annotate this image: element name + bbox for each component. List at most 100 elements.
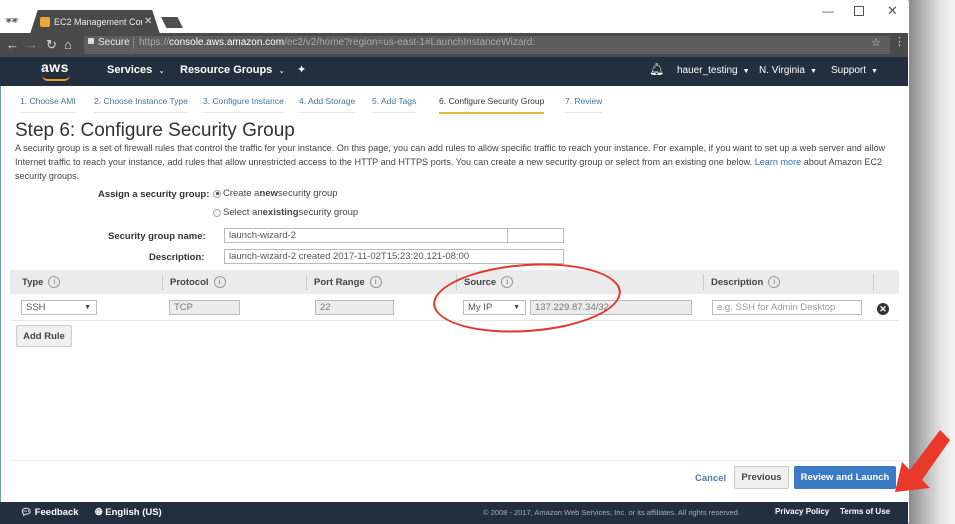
name-input-border: [224, 228, 564, 243]
column-label: Port Range: [314, 276, 365, 288]
assign-security-group-label: Assign a security group:: [98, 189, 210, 200]
column-label: Protocol: [170, 276, 209, 288]
add-rule-button[interactable]: Add Rule: [16, 325, 72, 347]
rule-description-input[interactable]: e.g. SSH for Admin Desktop: [712, 300, 862, 315]
minimize-icon[interactable]: —: [822, 4, 834, 18]
home-icon[interactable]: ⌂: [64, 37, 72, 53]
caret-down-icon: ▼: [742, 68, 750, 75]
url-scheme: https://: [139, 37, 170, 48]
maximize-icon[interactable]: [854, 6, 864, 16]
previous-button[interactable]: Previous: [734, 466, 789, 489]
wizard-step-review[interactable]: 7. Review: [565, 96, 603, 113]
language-label: English (US): [105, 507, 162, 518]
pin-icon[interactable]: ✦: [297, 63, 306, 76]
option-text: Select an: [223, 207, 263, 218]
wizard-step-choose-ami[interactable]: 1. Choose AMI: [20, 96, 76, 113]
selected-value: SSH: [26, 302, 46, 313]
security-group-description-input[interactable]: launch-wizard-2 created 2017-11-02T15:23…: [224, 249, 564, 264]
option-bold: existing: [262, 207, 299, 218]
radio-button-checked[interactable]: [213, 189, 221, 198]
aws-logo-smile: [42, 75, 70, 81]
support-label: Support: [831, 65, 867, 76]
support-menu[interactable]: Support ▼: [831, 65, 878, 76]
browser-menu-icon[interactable]: ⋮: [894, 35, 905, 48]
language-selector[interactable]: 🌐︎ English (US): [95, 507, 162, 518]
resource-groups-label: Resource Groups: [180, 64, 273, 76]
rule-protocol-field: TCP: [169, 300, 240, 315]
option-text: Create a: [223, 188, 260, 199]
rule-type-select[interactable]: SSH ▼: [21, 300, 97, 315]
feedback-icon: 💬︎: [20, 507, 35, 518]
tab-close-icon[interactable]: ✕: [144, 16, 152, 27]
column-label: Type: [22, 276, 44, 288]
aws-favicon-icon: [40, 17, 50, 27]
column-port-range: Port Range i: [314, 276, 382, 288]
radio-create-new[interactable]: Create a new security group: [213, 188, 338, 199]
column-protocol: Protocol i: [170, 276, 226, 288]
wizard-step-add-tags[interactable]: 5. Add Tags: [372, 96, 417, 113]
info-icon[interactable]: i: [48, 276, 61, 288]
chevron-down-icon: ⌄: [278, 66, 286, 75]
wizard-step-configure-instance[interactable]: 3. Configure Instance: [203, 96, 284, 113]
remove-rule-icon[interactable]: ✕: [877, 303, 889, 315]
reload-icon[interactable]: ↻: [46, 37, 57, 53]
back-icon[interactable]: ←: [6, 37, 19, 53]
info-icon[interactable]: i: [768, 276, 781, 288]
column-label: Description: [711, 276, 764, 288]
url-path: /ec2/v2/home?region=us-east-1#LaunchInst…: [284, 37, 536, 48]
services-label: Services: [107, 64, 153, 76]
window-close-icon[interactable]: ✕: [887, 3, 898, 19]
bookmark-star-icon[interactable]: ☆: [871, 36, 881, 49]
screen: 🕶 EC2 Management Console ✕ — ✕ ← → ↻ ⌂ S…: [0, 0, 955, 524]
option-text: security group: [277, 188, 338, 199]
notifications-bell-icon[interactable]: 🔔︎: [649, 62, 664, 76]
column-separator: [162, 274, 163, 290]
option-bold: new: [259, 188, 278, 199]
region-label: N. Virginia: [759, 65, 805, 76]
actions-divider: [12, 460, 908, 461]
review-and-launch-button[interactable]: Review and Launch: [794, 466, 896, 489]
chevron-down-icon: ⌄: [158, 66, 165, 75]
globe-icon: 🌐︎: [95, 507, 106, 518]
rule-port-range-field: 22: [315, 300, 394, 315]
region-menu[interactable]: N. Virginia ▼: [759, 65, 817, 76]
info-icon[interactable]: i: [213, 276, 226, 288]
copyright-text: © 2008 - 2017, Amazon Web Services, Inc.…: [483, 508, 741, 517]
privacy-policy-link[interactable]: Privacy Policy: [775, 507, 829, 516]
description-label: Description:: [149, 252, 205, 263]
url-text[interactable]: https://console.aws.amazon.com/ec2/v2/ho…: [139, 37, 535, 48]
lock-icon: [88, 38, 94, 44]
resource-groups-menu[interactable]: Resource Groups ⌄: [180, 64, 285, 76]
info-icon[interactable]: i: [369, 276, 382, 288]
account-label: hauer_testing: [677, 65, 738, 76]
column-separator: [873, 274, 874, 290]
column-description: Description i: [711, 276, 781, 288]
url-host: console.aws.amazon.com: [169, 37, 285, 48]
services-menu[interactable]: Services ⌄: [107, 64, 165, 76]
page-title: Step 6: Configure Security Group: [15, 120, 295, 141]
feedback-button[interactable]: 💬︎ Feedback: [20, 507, 79, 518]
wizard-step-add-storage[interactable]: 4. Add Storage: [299, 96, 356, 113]
annotation-arrow-icon: [895, 430, 950, 492]
caret-down-icon: ▼: [809, 68, 817, 75]
radio-select-existing[interactable]: Select an existing security group: [213, 207, 358, 218]
learn-more-link[interactable]: Learn more: [755, 157, 802, 167]
url-separator: [133, 37, 134, 49]
feedback-label: Feedback: [34, 507, 79, 518]
radio-button[interactable]: [213, 208, 221, 217]
wizard-step-instance-type[interactable]: 2. Choose Instance Type: [94, 96, 188, 113]
forward-icon[interactable]: →: [25, 37, 38, 53]
wizard-step-security-group[interactable]: 6. Configure Security Group: [439, 96, 545, 114]
account-menu[interactable]: hauer_testing ▼: [677, 65, 750, 76]
incognito-icon: 🕶: [5, 15, 19, 27]
secure-label: Secure: [98, 37, 130, 48]
column-separator: [703, 274, 704, 290]
column-type: Type i: [22, 276, 61, 288]
terms-of-use-link[interactable]: Terms of Use: [840, 507, 890, 516]
security-group-name-label: Security group name:: [108, 231, 206, 242]
column-separator: [306, 274, 307, 290]
caret-down-icon: ▼: [871, 68, 878, 75]
tab-title: EC2 Management Console: [54, 17, 142, 27]
aws-logo[interactable]: aws: [41, 59, 69, 75]
cancel-link[interactable]: Cancel: [695, 473, 726, 484]
